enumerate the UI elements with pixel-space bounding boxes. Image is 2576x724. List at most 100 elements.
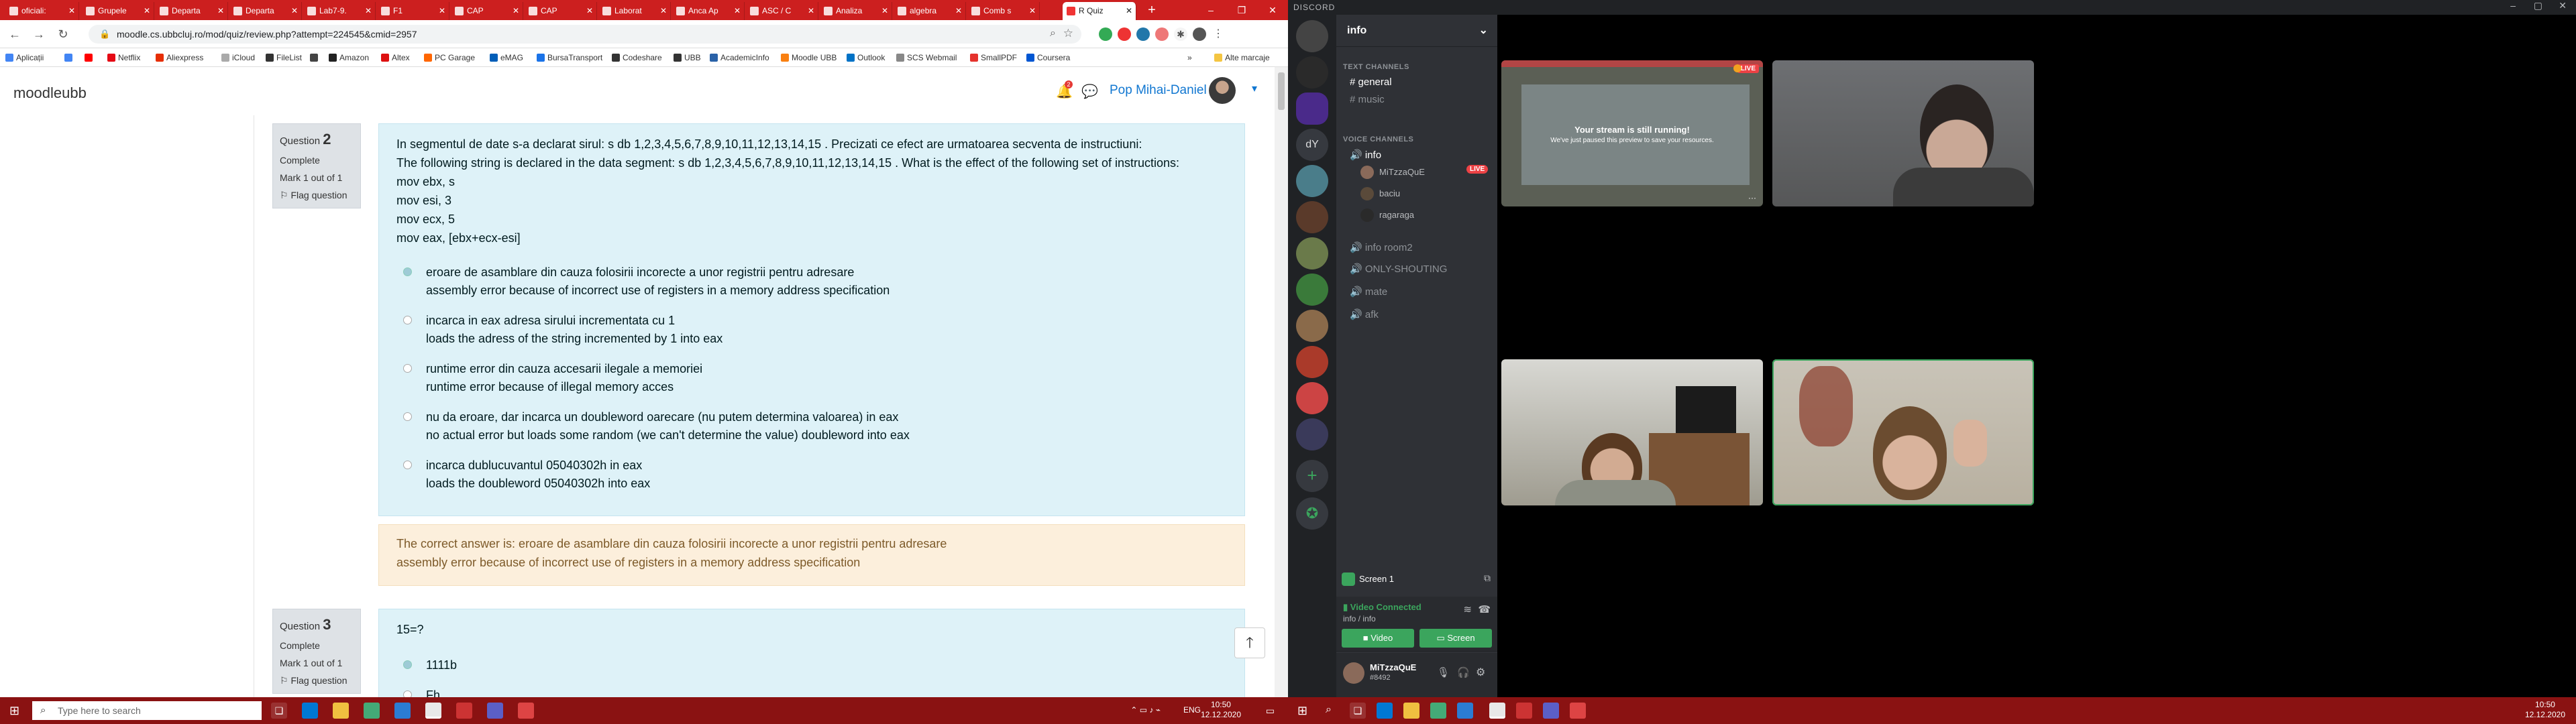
close-icon[interactable]: ✕ (1126, 2, 1132, 20)
app-icon[interactable] (394, 703, 411, 719)
server-icon[interactable] (1296, 201, 1328, 233)
tab[interactable]: Lab7-9. ✕ (303, 2, 376, 20)
bookmark-filelist[interactable]: FileList (266, 52, 302, 64)
tab[interactable]: Departa ✕ (229, 2, 302, 20)
radio-button[interactable] (403, 316, 412, 324)
voice-channel[interactable]: 🔊 ONLY-SHOUTING (1350, 263, 1447, 275)
tab[interactable]: CAP ✕ (525, 2, 597, 20)
star-icon[interactable]: ☆ (1063, 27, 1073, 40)
server-header[interactable]: info ⌄ (1336, 15, 1497, 47)
minimize-button[interactable]: – (2510, 0, 2516, 11)
maximize-button[interactable]: ▢ (2534, 0, 2542, 11)
avatar[interactable] (1209, 77, 1236, 104)
chevron-down-icon[interactable]: ▾ (1252, 82, 1257, 95)
close-icon[interactable]: ✕ (586, 2, 593, 20)
profile-avatar[interactable] (1193, 27, 1206, 41)
radio-button[interactable] (403, 364, 412, 373)
close-icon[interactable]: ✕ (513, 2, 519, 20)
flag-question-button[interactable]: ⚐ Flag question (280, 190, 354, 201)
voice-channel-info[interactable]: 🔊 info (1350, 149, 1381, 161)
bookmark-amazon[interactable]: Amazon (329, 52, 369, 64)
server-icon-active[interactable] (1296, 93, 1328, 125)
screen-button[interactable]: ▭ Screen (1419, 629, 1492, 648)
close-icon[interactable]: ✕ (808, 2, 814, 20)
close-icon[interactable]: ✕ (1029, 2, 1036, 20)
bookmark-aliexpress[interactable]: Aliexpress (156, 52, 203, 64)
file-explorer-icon[interactable] (333, 703, 349, 719)
user-name[interactable]: Pop Mihai-Daniel (1110, 83, 1207, 98)
close-icon[interactable]: ✕ (68, 2, 75, 20)
bookmark-bursatransport[interactable]: BursaTransport (537, 52, 602, 64)
address-bar[interactable]: 🔒 moodle.cs.ubbcluj.ro/mod/quiz/review.p… (89, 25, 1081, 44)
microphone-icon[interactable]: 🎙 (1437, 666, 1450, 678)
search-icon[interactable]: ⌕ (1326, 704, 1332, 716)
server-icon[interactable] (1296, 56, 1328, 88)
back-to-top-button[interactable]: 🡑 (1234, 627, 1265, 658)
chrome-icon[interactable] (1489, 703, 1505, 719)
windows-start-icon[interactable]: ⊞ (9, 704, 19, 718)
zoom-icon[interactable]: ⌕ (1050, 27, 1056, 40)
more-icon[interactable]: ··· (1748, 193, 1756, 202)
app-icon[interactable] (1543, 703, 1559, 719)
tab[interactable]: ASC / C ✕ (746, 2, 818, 20)
close-icon[interactable]: ✕ (365, 2, 372, 20)
chrome-icon[interactable] (425, 703, 441, 719)
clock[interactable]: 10:50 12.12.2020 (2525, 700, 2565, 720)
screen-share-icon[interactable]: ⧉ (1484, 572, 1491, 584)
bookmark-other[interactable]: Alte marcaje (1214, 52, 1270, 64)
video-button[interactable]: ■ Video (1342, 629, 1414, 648)
app-icon[interactable] (487, 703, 503, 719)
tab-active[interactable]: R Quiz ✕ (1063, 2, 1136, 20)
bookmark-emag[interactable]: eMAG (490, 52, 523, 64)
bookmark-icloud[interactable]: iCloud (221, 52, 255, 64)
scrollbar[interactable] (1275, 67, 1288, 697)
reload-icon[interactable]: ↻ (55, 26, 71, 42)
close-icon[interactable]: ✕ (291, 2, 298, 20)
app-icon[interactable] (456, 703, 472, 719)
file-explorer-icon[interactable] (1403, 703, 1419, 719)
channel-music[interactable]: # music (1350, 94, 1385, 105)
close-icon[interactable]: ✕ (217, 2, 224, 20)
webcam-tile-speaking[interactable] (1772, 359, 2034, 505)
server-icon[interactable]: dY (1296, 129, 1328, 161)
stream-tile[interactable]: Your stream is still running! We've just… (1501, 60, 1763, 206)
bookmark-smallpdf[interactable]: SmallPDF (970, 52, 1017, 64)
tab[interactable]: oficiali: ✕ (5, 2, 79, 20)
bookmark-pcgarage[interactable]: PC Garage (424, 52, 475, 64)
voice-channel[interactable]: 🔊 afk (1350, 308, 1379, 320)
scrollbar-thumb[interactable] (1278, 72, 1285, 110)
app-icon[interactable] (364, 703, 380, 719)
site-brand[interactable]: moodleubb (13, 84, 87, 102)
app-icon[interactable] (1430, 703, 1446, 719)
puzzle-icon[interactable]: ✱ (1174, 27, 1187, 41)
server-icon[interactable] (1296, 165, 1328, 197)
radio-selected[interactable] (403, 660, 412, 669)
voice-user[interactable]: baciu (1360, 186, 1400, 201)
tab[interactable]: Departa ✕ (156, 2, 228, 20)
language-indicator[interactable]: ENG (1183, 705, 1201, 715)
task-view-icon[interactable]: ❏ (271, 703, 287, 719)
answer-option[interactable]: runtime error din cauza accesarii ilegal… (396, 360, 1227, 396)
server-icon[interactable] (1296, 310, 1328, 342)
bookmarks-overflow[interactable]: » (1187, 52, 1192, 64)
message-icon[interactable]: 💬 (1081, 83, 1098, 100)
voice-channel[interactable]: 🔊 mate (1350, 286, 1387, 298)
channel-general[interactable]: # general (1350, 76, 1392, 88)
app-icon[interactable] (1570, 703, 1586, 719)
bookmark-ubb[interactable]: UBB (674, 52, 701, 64)
disconnect-icon[interactable]: ☎ (1478, 603, 1491, 615)
flag-question-button[interactable]: ⚐ Flag question (280, 675, 354, 686)
extension-icon[interactable] (1118, 27, 1131, 41)
app-icon[interactable] (518, 703, 534, 719)
bookmark-netflix[interactable]: Netflix (107, 52, 140, 64)
server-icon[interactable] (1296, 346, 1328, 378)
radio-button[interactable] (403, 690, 412, 697)
close-icon[interactable]: ✕ (144, 2, 150, 20)
screen-share-row[interactable]: Screen 1 ⧉ (1342, 571, 1492, 589)
radio-selected[interactable] (403, 267, 412, 276)
minimize-button[interactable]: – (1195, 0, 1226, 20)
bookmark-coursera[interactable]: Coursera (1026, 52, 1070, 64)
close-icon[interactable]: ✕ (881, 2, 888, 20)
radio-button[interactable] (403, 461, 412, 469)
close-icon[interactable]: ✕ (955, 2, 962, 20)
